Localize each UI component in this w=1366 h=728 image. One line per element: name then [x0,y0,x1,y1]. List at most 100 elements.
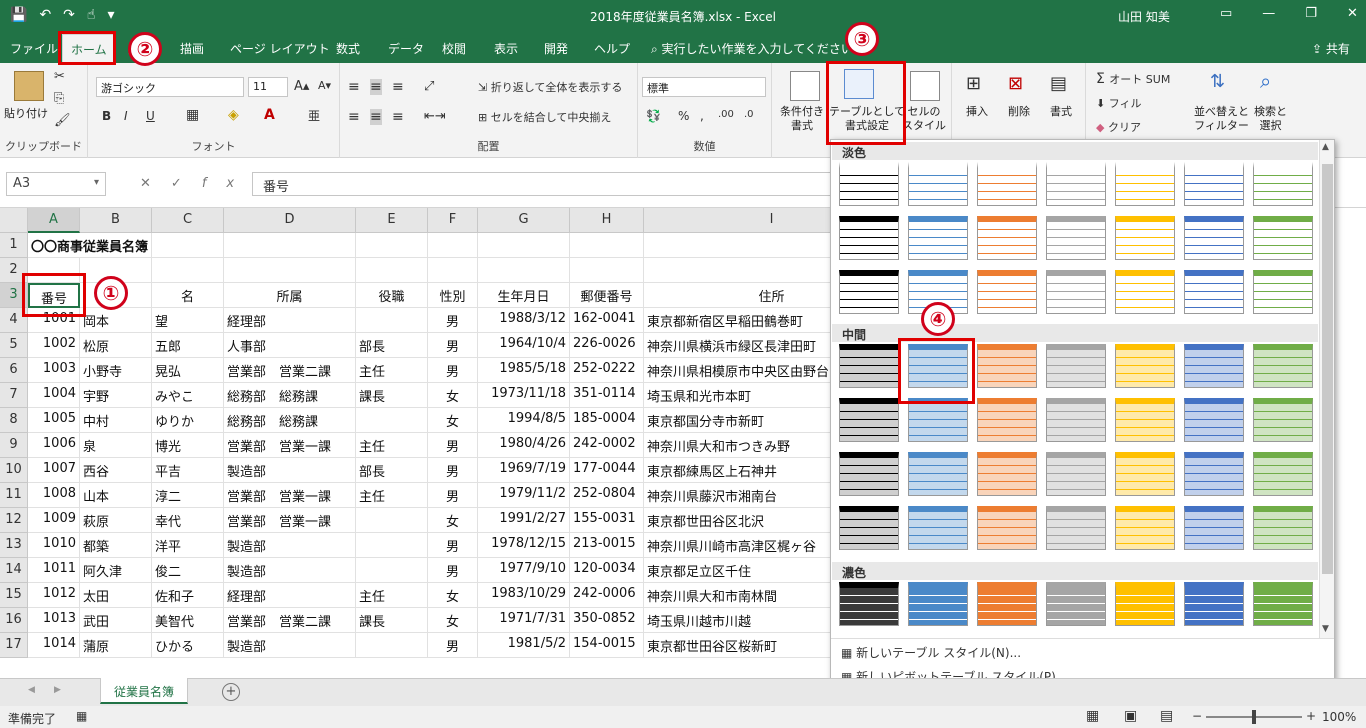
clear-button[interactable]: ◆ クリア [1096,119,1141,135]
table-style-swatch[interactable] [977,270,1037,314]
table-style-swatch[interactable] [1115,452,1175,496]
cell[interactable]: 望 [152,308,224,333]
cell[interactable]: 神奈川県大和市つきみ野 [644,433,832,458]
sort-filter-button[interactable]: 並べ替えと フィルター [1194,105,1249,133]
scroll-up-icon[interactable]: ▲ [1322,142,1329,152]
percent-icon[interactable]: % [678,109,689,123]
delete-cells-button[interactable]: 削除 [1008,105,1030,119]
cell[interactable]: 1010 [28,533,80,558]
cell[interactable] [478,233,570,258]
table-style-swatch[interactable] [839,582,899,626]
cell[interactable]: 神奈川県藤沢市湘南台 [644,483,832,508]
cell[interactable]: 小野寺 [80,358,152,383]
cell[interactable]: 製造部 [224,633,356,658]
cell[interactable]: 阿久津 [80,558,152,583]
align-right-icon[interactable]: ≡ [392,109,404,125]
zoom-slider-thumb[interactable] [1252,710,1256,724]
table-style-swatch[interactable] [1115,270,1175,314]
scroll-down-icon[interactable]: ▼ [1322,624,1329,634]
prev-sheet-icon[interactable]: ◀ [28,685,35,695]
table-style-swatch[interactable] [1253,452,1313,496]
decrease-decimal-icon[interactable]: .0 [744,109,754,120]
enter-icon[interactable]: ✓ [171,176,202,191]
cell[interactable]: 男 [428,333,478,358]
cell[interactable]: 東京都世田谷区北沢 [644,508,832,533]
paste-button[interactable]: 貼り付け [4,107,48,121]
cell[interactable]: 1983/10/29 [478,583,570,608]
cell[interactable] [356,308,428,333]
fill-color-icon[interactable]: ◈ [228,107,239,123]
table-style-swatch[interactable] [977,162,1037,206]
cell[interactable]: 155-0031 [570,508,644,533]
tab-file[interactable]: ファイル [10,40,58,57]
cell[interactable]: 埼玉県川越市川越 [644,608,832,633]
table-style-swatch[interactable] [1115,398,1175,442]
table-style-swatch[interactable] [977,216,1037,260]
minimize-icon[interactable]: — [1262,6,1275,21]
cell[interactable]: 部長 [356,333,428,358]
cell[interactable]: 252-0222 [570,358,644,383]
cell[interactable]: 役職 [356,283,428,308]
cell[interactable]: ひかる [152,633,224,658]
cell[interactable]: 男 [428,358,478,383]
cell[interactable]: 松原 [80,333,152,358]
table-style-swatch[interactable] [839,162,899,206]
cell[interactable]: 東京都練馬区上石神井 [644,458,832,483]
sheet-tab-employees[interactable]: 従業員名簿 [100,678,188,704]
copy-icon[interactable]: ⎘ [54,91,64,106]
cell[interactable]: 生年月日 [478,283,570,308]
cell[interactable] [152,258,224,283]
cell[interactable]: 1988/3/12 [478,308,570,333]
column-header-E[interactable]: E [356,208,428,233]
align-middle-icon[interactable]: ≡ [370,79,382,95]
cell[interactable]: 宇野 [80,383,152,408]
cell[interactable] [356,533,428,558]
table-style-swatch[interactable] [1184,162,1244,206]
table-style-swatch[interactable] [908,216,968,260]
cancel-icon[interactable]: ✕ [140,176,171,191]
cell[interactable]: 177-0044 [570,458,644,483]
table-style-swatch[interactable] [908,582,968,626]
table-style-swatch[interactable] [1184,582,1244,626]
cell[interactable]: 男 [428,633,478,658]
cell[interactable]: 神奈川県横浜市緑区長津田町 [644,333,832,358]
restore-icon[interactable]: ❐ [1305,6,1317,21]
cell[interactable]: 製造部 [224,558,356,583]
cell[interactable]: 五郎 [152,333,224,358]
next-sheet-icon[interactable]: ▶ [54,685,61,695]
cell[interactable]: 242-0006 [570,583,644,608]
column-header-I[interactable]: I [644,208,832,233]
cell[interactable]: 女 [428,508,478,533]
ribbon-display-icon[interactable]: ▭ [1220,6,1232,21]
table-style-swatch[interactable] [977,452,1037,496]
zoom-out-icon[interactable]: − [1192,709,1202,723]
table-style-swatch[interactable] [977,398,1037,442]
table-style-swatch[interactable] [1184,270,1244,314]
font-color-icon[interactable]: A [264,107,275,123]
add-sheet-icon[interactable]: + [222,683,240,701]
find-select-button[interactable]: 検索と 選択 [1254,105,1287,133]
cell[interactable]: 萩原 [80,508,152,533]
cell[interactable] [356,633,428,658]
cell[interactable]: 晃弘 [152,358,224,383]
cell[interactable]: 神奈川県大和市南林間 [644,583,832,608]
name-box-dropdown-icon[interactable]: ▾ [94,177,99,188]
tab-formulas[interactable]: 数式 [336,40,360,57]
row-header[interactable]: 10 [0,458,28,483]
cell[interactable]: 主任 [356,433,428,458]
cell[interactable]: 1013 [28,608,80,633]
cell[interactable]: 営業部 営業二課 [224,358,356,383]
row-header[interactable]: 13 [0,533,28,558]
fill-button[interactable]: ⬇ フィル [1096,95,1142,111]
indent-icon[interactable]: ⇤⇥ [424,109,446,124]
cell[interactable]: 俊二 [152,558,224,583]
decrease-font-icon[interactable]: A▾ [318,79,331,92]
cell[interactable]: 都築 [80,533,152,558]
tab-page-layout[interactable]: ページ レイアウト [230,40,330,57]
cell[interactable]: 美智代 [152,608,224,633]
cell[interactable]: 1011 [28,558,80,583]
table-style-swatch[interactable] [1253,344,1313,388]
cell[interactable]: 部長 [356,458,428,483]
cell[interactable]: 埼玉県和光市本町 [644,383,832,408]
cell[interactable]: 1973/11/18 [478,383,570,408]
